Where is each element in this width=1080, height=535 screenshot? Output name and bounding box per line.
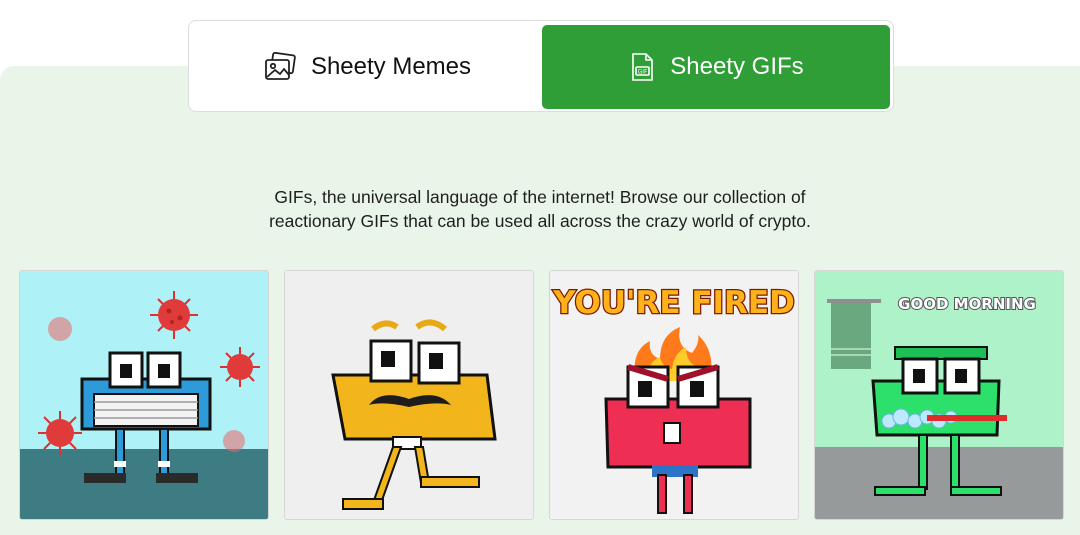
gif-image-mustache-sheety [285, 271, 533, 519]
gif-caption: YOU'RE FIRED [552, 285, 795, 321]
gif-card-good-morning[interactable]: GOOD MORNING [814, 270, 1064, 520]
gif-file-icon: GIF [628, 52, 656, 82]
images-icon [263, 52, 297, 82]
gif-card-mustache[interactable] [284, 270, 534, 520]
page-description: GIFs, the universal language of the inte… [0, 185, 1080, 233]
gif-card-youre-fired[interactable]: YOU'RE FIRED [549, 270, 799, 520]
gif-caption: GOOD MORNING [898, 295, 1036, 313]
tab-sheety-gifs[interactable]: GIF Sheety GIFs [542, 25, 890, 109]
sheety-character [604, 364, 752, 514]
gif-image-masked-sheety [20, 271, 268, 519]
blurred-virus-icon [48, 317, 72, 341]
virus-icon [220, 347, 260, 387]
description-line: reactionary GIFs that can be used all ac… [269, 210, 811, 231]
tab-sheety-memes[interactable]: Sheety Memes [193, 25, 541, 109]
tab-label: Sheety GIFs [670, 53, 804, 80]
tab-label: Sheety Memes [310, 53, 472, 80]
toothbrush-icon [927, 415, 1007, 421]
gif-image-fired-sheety: YOU'RE FIRED [550, 271, 798, 519]
sheety-character [331, 319, 497, 510]
virus-icon [38, 411, 82, 455]
gif-image-toothbrush-sheety: GOOD MORNING [815, 271, 1063, 519]
svg-text:GIF: GIF [638, 69, 648, 76]
blurred-virus-icon [223, 430, 245, 452]
gif-card-covid-mask[interactable] [19, 270, 269, 520]
description-line: GIFs, the universal language of the inte… [274, 186, 806, 207]
tab-switcher: Sheety Memes GIF Sheety GIFs [188, 20, 894, 112]
